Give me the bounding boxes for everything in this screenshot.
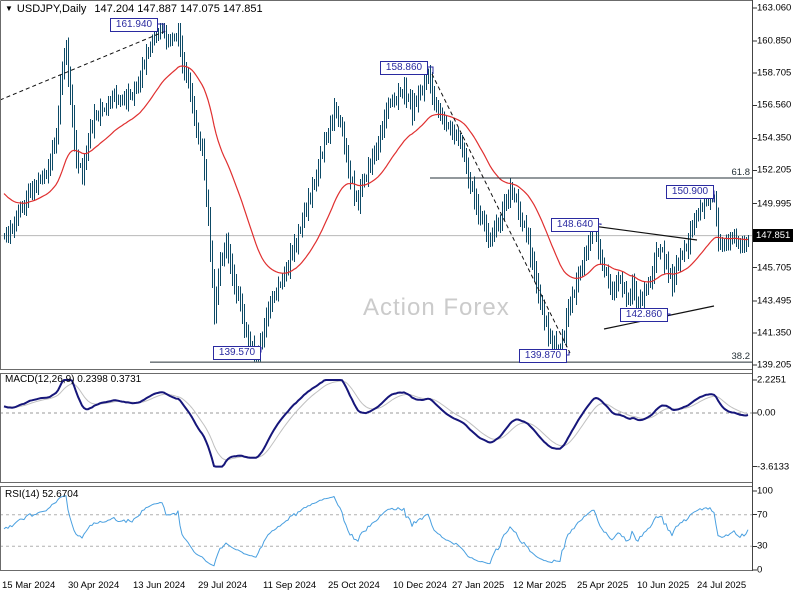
- date-axis-label: 29 Jul 2024: [198, 580, 248, 591]
- price-annotation-label: 139.870: [519, 349, 567, 363]
- rsi-axis-tick: 0: [757, 564, 763, 576]
- current-price-tag: 147.851: [753, 228, 794, 242]
- date-axis-label: 12 Mar 2025: [513, 580, 567, 591]
- trading-chart-window: Action Forex ▼ USDJPY,Daily 147.204 147.88…: [0, 0, 800, 600]
- price-axis-tick: 152.205: [757, 164, 792, 176]
- date-axis-label: 11 Sep 2024: [263, 580, 317, 591]
- price-annotation-label: 139.570: [213, 346, 261, 360]
- price-axis-tick: 145.705: [757, 262, 792, 274]
- date-axis-label: 27 Jan 2025: [452, 580, 505, 591]
- macd-axis-tick: 2.2251: [757, 374, 787, 386]
- reference-lines: [0, 235, 752, 547]
- rsi-axis-tick: 30: [757, 540, 768, 552]
- date-axis-label: 24 Jul 2025: [697, 580, 747, 591]
- rsi-axis-tick: 100: [757, 485, 773, 497]
- macd-lines: [3, 379, 749, 468]
- moving-average-line: [3, 65, 749, 283]
- date-axis-label: 25 Oct 2024: [328, 580, 380, 591]
- chart-canvas[interactable]: [0, 0, 800, 600]
- price-axis-tick: 160.850: [757, 35, 792, 47]
- price-annotation-label: 150.900: [666, 185, 714, 199]
- rsi-line: [3, 495, 749, 567]
- price-axis-tick: 141.350: [757, 327, 792, 339]
- date-axis-label: 30 Apr 2024: [68, 580, 120, 591]
- chart-title: ▼ USDJPY,Daily 147.204 147.887 147.075 147…: [5, 3, 263, 15]
- ohlc-quote: 147.204 147.887 147.075 147.851: [94, 3, 263, 15]
- price-annotation-label: 161.940: [110, 18, 158, 32]
- panel-borders: [0, 0, 753, 571]
- price-annotation-label: 158.860: [380, 61, 428, 75]
- macd-axis-tick: -3.6133: [757, 461, 790, 473]
- rsi-indicator-label: RSI(14) 52.6704: [5, 489, 79, 500]
- price-axis-tick: 163.060: [757, 2, 792, 14]
- macd-axis-tick: 0.00: [757, 407, 776, 419]
- symbol-dropdown-icon[interactable]: ▼: [5, 4, 13, 13]
- date-axis-label: 13 Jun 2024: [133, 580, 186, 591]
- price-axis-tick: 149.995: [757, 198, 792, 210]
- date-axis-label: 10 Jun 2025: [637, 580, 690, 591]
- macd-indicator-label: MACD(12,26,9) 0.2398 0.3731: [5, 374, 142, 385]
- price-axis-tick: 156.560: [757, 99, 792, 111]
- fib-level-label: 38.2: [731, 351, 751, 362]
- symbol-timeframe: USDJPY,Daily: [16, 3, 87, 15]
- date-axis-label: 10 Dec 2024: [393, 580, 447, 591]
- rsi-axis-tick: 70: [757, 509, 768, 521]
- price-axis-tick: 143.495: [757, 295, 792, 307]
- price-annotation-label: 142.860: [620, 308, 668, 322]
- price-axis-tick: 158.705: [757, 67, 792, 79]
- price-axis-tick: 139.205: [757, 359, 792, 371]
- date-axis-label: 15 Mar 2024: [2, 580, 56, 591]
- price-axis-tick: 154.350: [757, 132, 792, 144]
- price-annotation-label: 148.640: [551, 218, 599, 232]
- fib-level-label: 61.8: [731, 167, 751, 178]
- date-axis-label: 25 Apr 2025: [577, 580, 629, 591]
